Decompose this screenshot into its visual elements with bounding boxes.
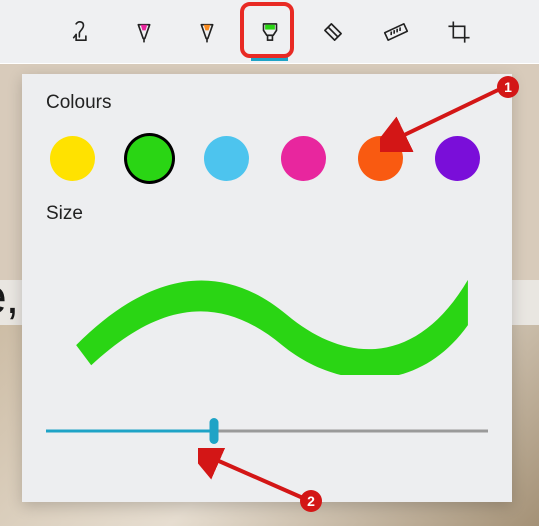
stroke-preview (46, 245, 488, 375)
pencil-icon (194, 19, 220, 45)
crop-icon (446, 19, 472, 45)
touch-writing-button[interactable] (58, 7, 103, 57)
ballpoint-pen-button[interactable] (121, 7, 166, 57)
colour-swatch-green[interactable] (127, 136, 172, 181)
colour-swatch-yellow[interactable] (50, 136, 95, 181)
colours-heading: Colours (46, 92, 488, 114)
eraser-icon (320, 19, 346, 45)
background-text: e, (0, 270, 18, 325)
highlighter-button[interactable] (247, 7, 292, 57)
crop-button[interactable] (436, 7, 481, 57)
touch-writing-icon (68, 19, 94, 45)
pencil-button[interactable] (184, 7, 229, 57)
pen-icon (131, 19, 157, 45)
ruler-button[interactable] (373, 7, 418, 57)
colour-swatch-purple[interactable] (435, 136, 480, 181)
slider-thumb[interactable] (209, 418, 218, 444)
colour-swatch-magenta[interactable] (281, 136, 326, 181)
eraser-button[interactable] (310, 7, 355, 57)
annotation-toolbar (0, 0, 539, 64)
ruler-icon (383, 19, 409, 45)
slider-fill (46, 430, 214, 433)
highlighter-settings-panel: Colours Size (22, 74, 512, 502)
colour-swatch-lightblue[interactable] (204, 136, 249, 181)
colour-swatch-orange[interactable] (358, 136, 403, 181)
highlighter-icon (257, 19, 283, 45)
size-slider[interactable] (46, 416, 488, 446)
size-heading: Size (46, 203, 488, 225)
colour-swatch-row (46, 128, 488, 203)
